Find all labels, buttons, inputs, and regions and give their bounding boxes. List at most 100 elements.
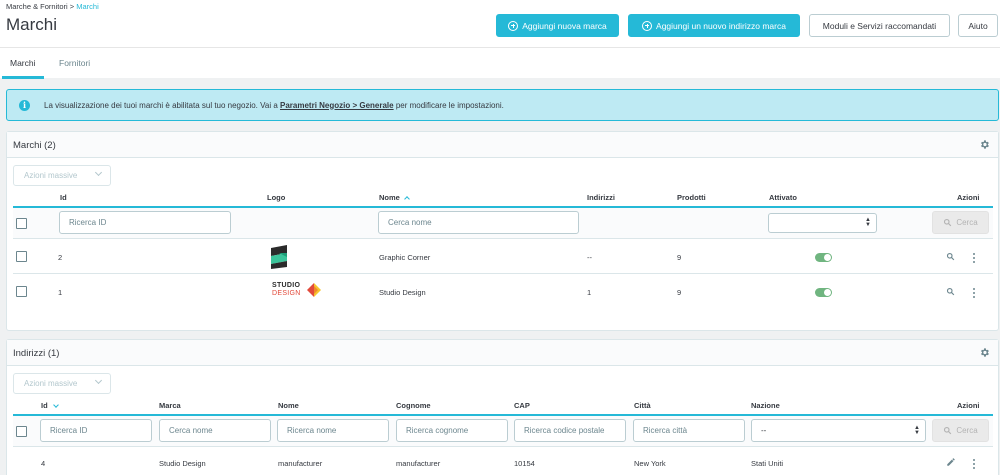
tab-brands[interactable]: Marchi (2, 48, 44, 79)
brands-card: Marchi (2) Azioni massive Id Logo Nome I… (6, 131, 999, 331)
brand-filter-input[interactable]: Cerca nome (159, 419, 271, 442)
address-country: Stati Uniti (751, 459, 784, 468)
addresses-card-header: Indirizzi (1) (7, 340, 998, 366)
addresses-card: Indirizzi (1) Azioni massive Id Marca No… (6, 339, 999, 475)
brand-name: Graphic Corner (379, 253, 431, 262)
last-name-filter-input[interactable]: Ricerca cognome (396, 419, 508, 442)
country-filter-value: -- (761, 426, 767, 435)
search-button-label: Cerca (956, 426, 978, 435)
enabled-filter-select[interactable]: ▲ ▼ (768, 213, 877, 233)
help-button[interactable]: Aiuto (958, 14, 998, 37)
row-divider (13, 273, 993, 274)
col-header-products[interactable]: Prodotti (677, 193, 706, 202)
brand-id: 2 (58, 253, 63, 262)
search-icon (944, 218, 952, 227)
bulk-actions-label: Azioni massive (24, 379, 78, 388)
gear-icon[interactable] (979, 139, 990, 150)
bulk-actions-dropdown[interactable]: Azioni massive (13, 165, 111, 186)
select-arrows-icon: ▲ ▼ (865, 217, 871, 228)
add-brand-address-label: Aggiungi un nuovo indirizzo marca (656, 20, 786, 31)
recommended-modules-label: Moduli e Servizi raccomandati (822, 20, 937, 31)
bulk-actions-label: Azioni massive (24, 171, 78, 180)
gear-icon[interactable] (979, 347, 990, 358)
page-header: Marche & Fornitori > Marchi Marchi Aggiu… (0, 0, 1000, 47)
id-filter-input[interactable]: Ricerca ID (40, 419, 152, 442)
col-header-id[interactable]: Id (60, 193, 67, 202)
enabled-toggle[interactable] (815, 288, 832, 297)
col-header-actions: Azioni (957, 401, 980, 410)
enabled-toggle[interactable] (815, 253, 832, 262)
select-arrows-icon: ▲ ▼ (914, 425, 920, 436)
address-city: New York (634, 459, 666, 468)
view-search-icon[interactable] (946, 252, 955, 261)
zip-filter-input[interactable]: Ricerca codice postale (514, 419, 626, 442)
col-header-country[interactable]: Nazione (751, 401, 780, 410)
more-actions-icon[interactable] (973, 459, 976, 471)
id-filter-input[interactable]: Ricerca ID (59, 211, 231, 234)
chevron-down-icon (94, 376, 103, 385)
row-checkbox[interactable] (16, 286, 27, 297)
col-header-id-label: Id (41, 401, 48, 410)
brand-name: Studio Design (379, 288, 426, 297)
col-header-logo: Logo (267, 193, 286, 202)
chevron-down-icon (94, 168, 103, 177)
sort-ascending-icon[interactable] (404, 196, 410, 202)
brand-products: 9 (677, 288, 682, 297)
country-filter-select[interactable]: -- ▲ ▼ (751, 419, 926, 442)
alert-text: La visualizzazione dei tuoi marchi è abi… (44, 101, 504, 110)
brands-card-title: Marchi (2) (13, 140, 56, 151)
search-button-label: Cerca (956, 218, 978, 227)
address-last-name: manufacturer (396, 459, 441, 468)
info-icon: i (19, 99, 30, 111)
tab-suppliers[interactable]: Fornitori (51, 48, 98, 79)
store-settings-link[interactable]: Parametri Negozio > Generale (280, 101, 394, 110)
col-header-city[interactable]: Città (634, 401, 651, 410)
col-header-brand[interactable]: Marca (159, 401, 181, 410)
col-header-addresses[interactable]: Indirizzi (587, 193, 615, 202)
breadcrumb-current[interactable]: Marchi (76, 2, 99, 11)
edit-pencil-icon[interactable] (946, 457, 956, 467)
view-search-icon[interactable] (946, 287, 955, 296)
add-brand-label: Aggiungi nuova marca (522, 20, 607, 31)
studio-design-logo: STUDIO DESIGN (272, 282, 328, 302)
address-zip: 10154 (514, 459, 535, 468)
addresses-card-title: Indirizzi (1) (13, 348, 60, 359)
add-brand-button[interactable]: Aggiungi nuova marca (496, 14, 619, 37)
row-checkbox[interactable] (16, 251, 27, 262)
col-header-id[interactable]: Id (41, 401, 59, 410)
more-actions-icon[interactable] (973, 288, 976, 300)
studio-design-logo-line2: DESIGN (272, 290, 301, 297)
graphic-corner-logo (271, 245, 287, 269)
more-actions-icon[interactable] (973, 253, 976, 265)
select-all-checkbox[interactable] (16, 426, 27, 437)
brand-id: 1 (58, 288, 63, 297)
city-filter-input[interactable]: Ricerca città (633, 419, 745, 442)
search-button[interactable]: Cerca (932, 419, 989, 442)
help-label: Aiuto (968, 20, 988, 31)
bulk-actions-dropdown[interactable]: Azioni massive (13, 373, 111, 394)
first-name-filter-input[interactable]: Ricerca nome (277, 419, 389, 442)
name-filter-input[interactable]: Cerca nome (378, 211, 579, 234)
col-header-last-name[interactable]: Cognome (396, 401, 431, 410)
sort-descending-icon[interactable] (52, 402, 59, 408)
brand-products: 9 (677, 253, 682, 262)
brand-addresses: -- (587, 253, 592, 262)
add-brand-address-button[interactable]: Aggiungi un nuovo indirizzo marca (628, 14, 800, 37)
studio-design-logo-line1: STUDIO (272, 282, 301, 289)
col-header-name-label: Nome (379, 193, 400, 202)
col-header-enabled[interactable]: Attivato (769, 193, 797, 202)
info-alert: i La visualizzazione dei tuoi marchi è a… (6, 89, 999, 121)
recommended-modules-button[interactable]: Moduli e Servizi raccomandati (809, 14, 950, 37)
alert-text-before: La visualizzazione dei tuoi marchi è abi… (44, 100, 280, 110)
address-id: 4 (41, 459, 46, 468)
search-button[interactable]: Cerca (932, 211, 989, 234)
select-all-checkbox[interactable] (16, 218, 27, 229)
col-header-first-name[interactable]: Nome (278, 401, 299, 410)
add-circle-icon (642, 20, 653, 31)
brands-card-header: Marchi (2) (7, 132, 998, 158)
breadcrumb-parent[interactable]: Marche & Fornitori (6, 2, 68, 11)
col-header-name[interactable]: Nome (379, 193, 410, 202)
brand-addresses: 1 (587, 288, 592, 297)
page-title: Marchi (6, 15, 58, 34)
col-header-zip[interactable]: CAP (514, 401, 530, 410)
